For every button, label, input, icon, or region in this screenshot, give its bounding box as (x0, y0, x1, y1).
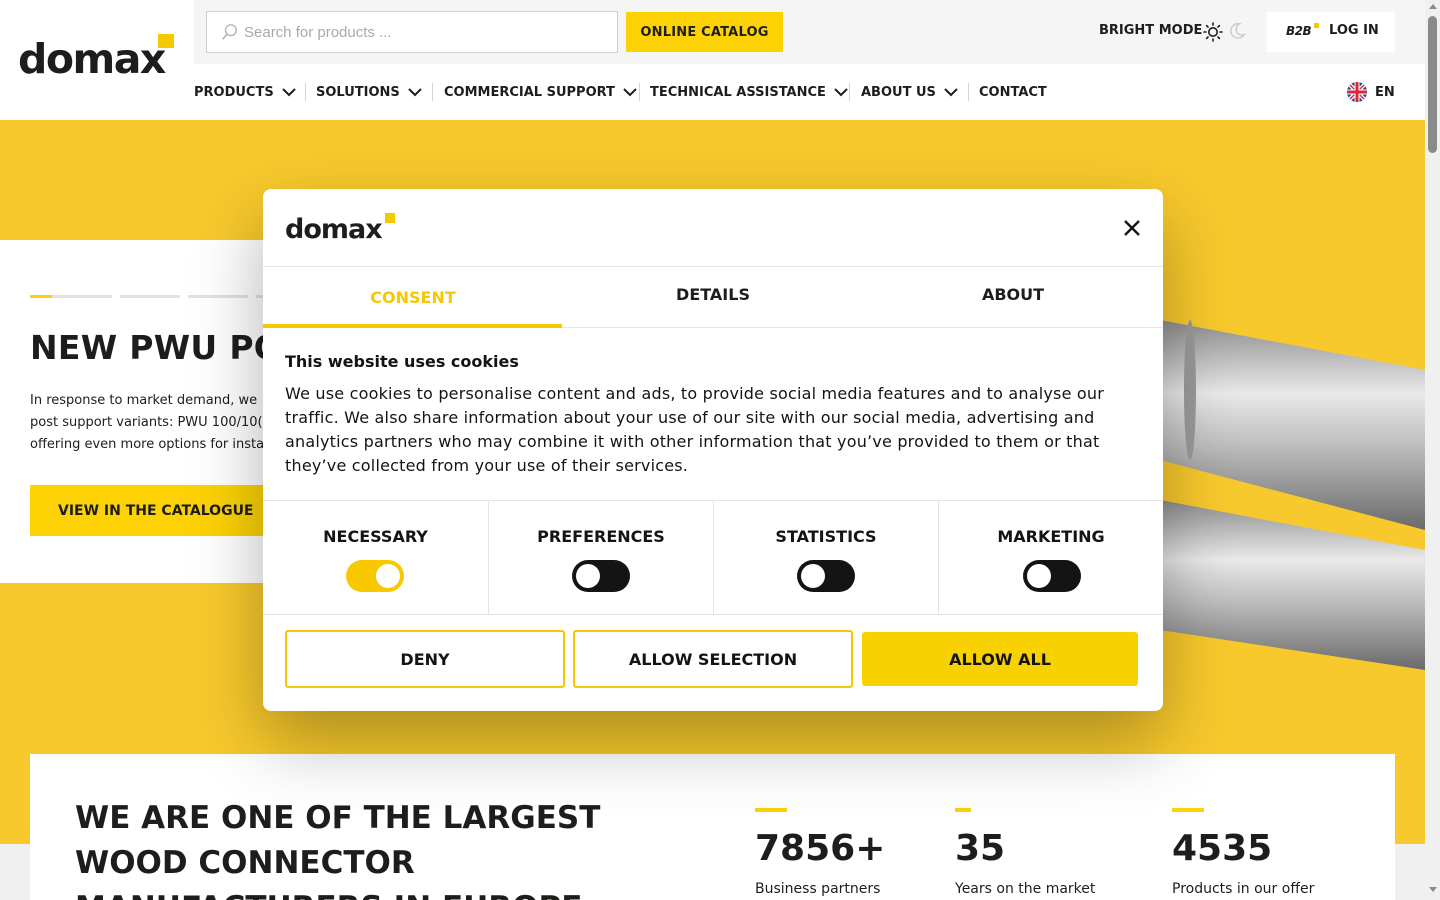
preferences-switch[interactable] (572, 560, 630, 592)
switch-knob (801, 564, 825, 588)
marketing-switch[interactable] (1023, 560, 1081, 592)
cookie-heading: This website uses cookies (285, 352, 519, 371)
cookie-consent-dialog: domax CONSENT DETAILS ABOUT This website… (263, 189, 1163, 711)
statistics-switch[interactable] (797, 560, 855, 592)
toggle-label: NECESSARY (323, 527, 428, 546)
toggle-label: MARKETING (997, 527, 1105, 546)
allow-selection-button[interactable]: ALLOW SELECTION (573, 630, 853, 688)
toggle-marketing: MARKETING (938, 501, 1163, 614)
modal-domax-logo: domax (285, 213, 397, 245)
switch-knob (376, 564, 400, 588)
toggle-label: STATISTICS (775, 527, 877, 546)
necessary-switch[interactable] (346, 560, 404, 592)
modal-logo-text: domax (285, 214, 383, 245)
close-button[interactable] (1120, 216, 1144, 240)
close-icon (1124, 220, 1140, 236)
logo-accent-square (385, 213, 395, 223)
tab-about[interactable]: ABOUT (863, 264, 1163, 325)
toggle-statistics: STATISTICS (713, 501, 938, 614)
switch-knob (576, 564, 600, 588)
toggle-label: PREFERENCES (537, 527, 665, 546)
toggle-preferences: PREFERENCES (488, 501, 713, 614)
toggle-necessary: NECESSARY (263, 501, 488, 614)
consent-toggles: NECESSARY PREFERENCES STATISTICS MARKETI… (263, 500, 1163, 615)
consent-tabs: CONSENT DETAILS ABOUT (263, 266, 1163, 328)
tab-details[interactable]: DETAILS (563, 264, 863, 325)
deny-button[interactable]: DENY (285, 630, 565, 688)
allow-all-button[interactable]: ALLOW ALL (862, 632, 1138, 686)
active-tab-underline (263, 324, 562, 328)
cookie-description: We use cookies to personalise content an… (285, 384, 1105, 475)
tab-consent[interactable]: CONSENT (263, 267, 563, 328)
switch-knob (1027, 564, 1051, 588)
